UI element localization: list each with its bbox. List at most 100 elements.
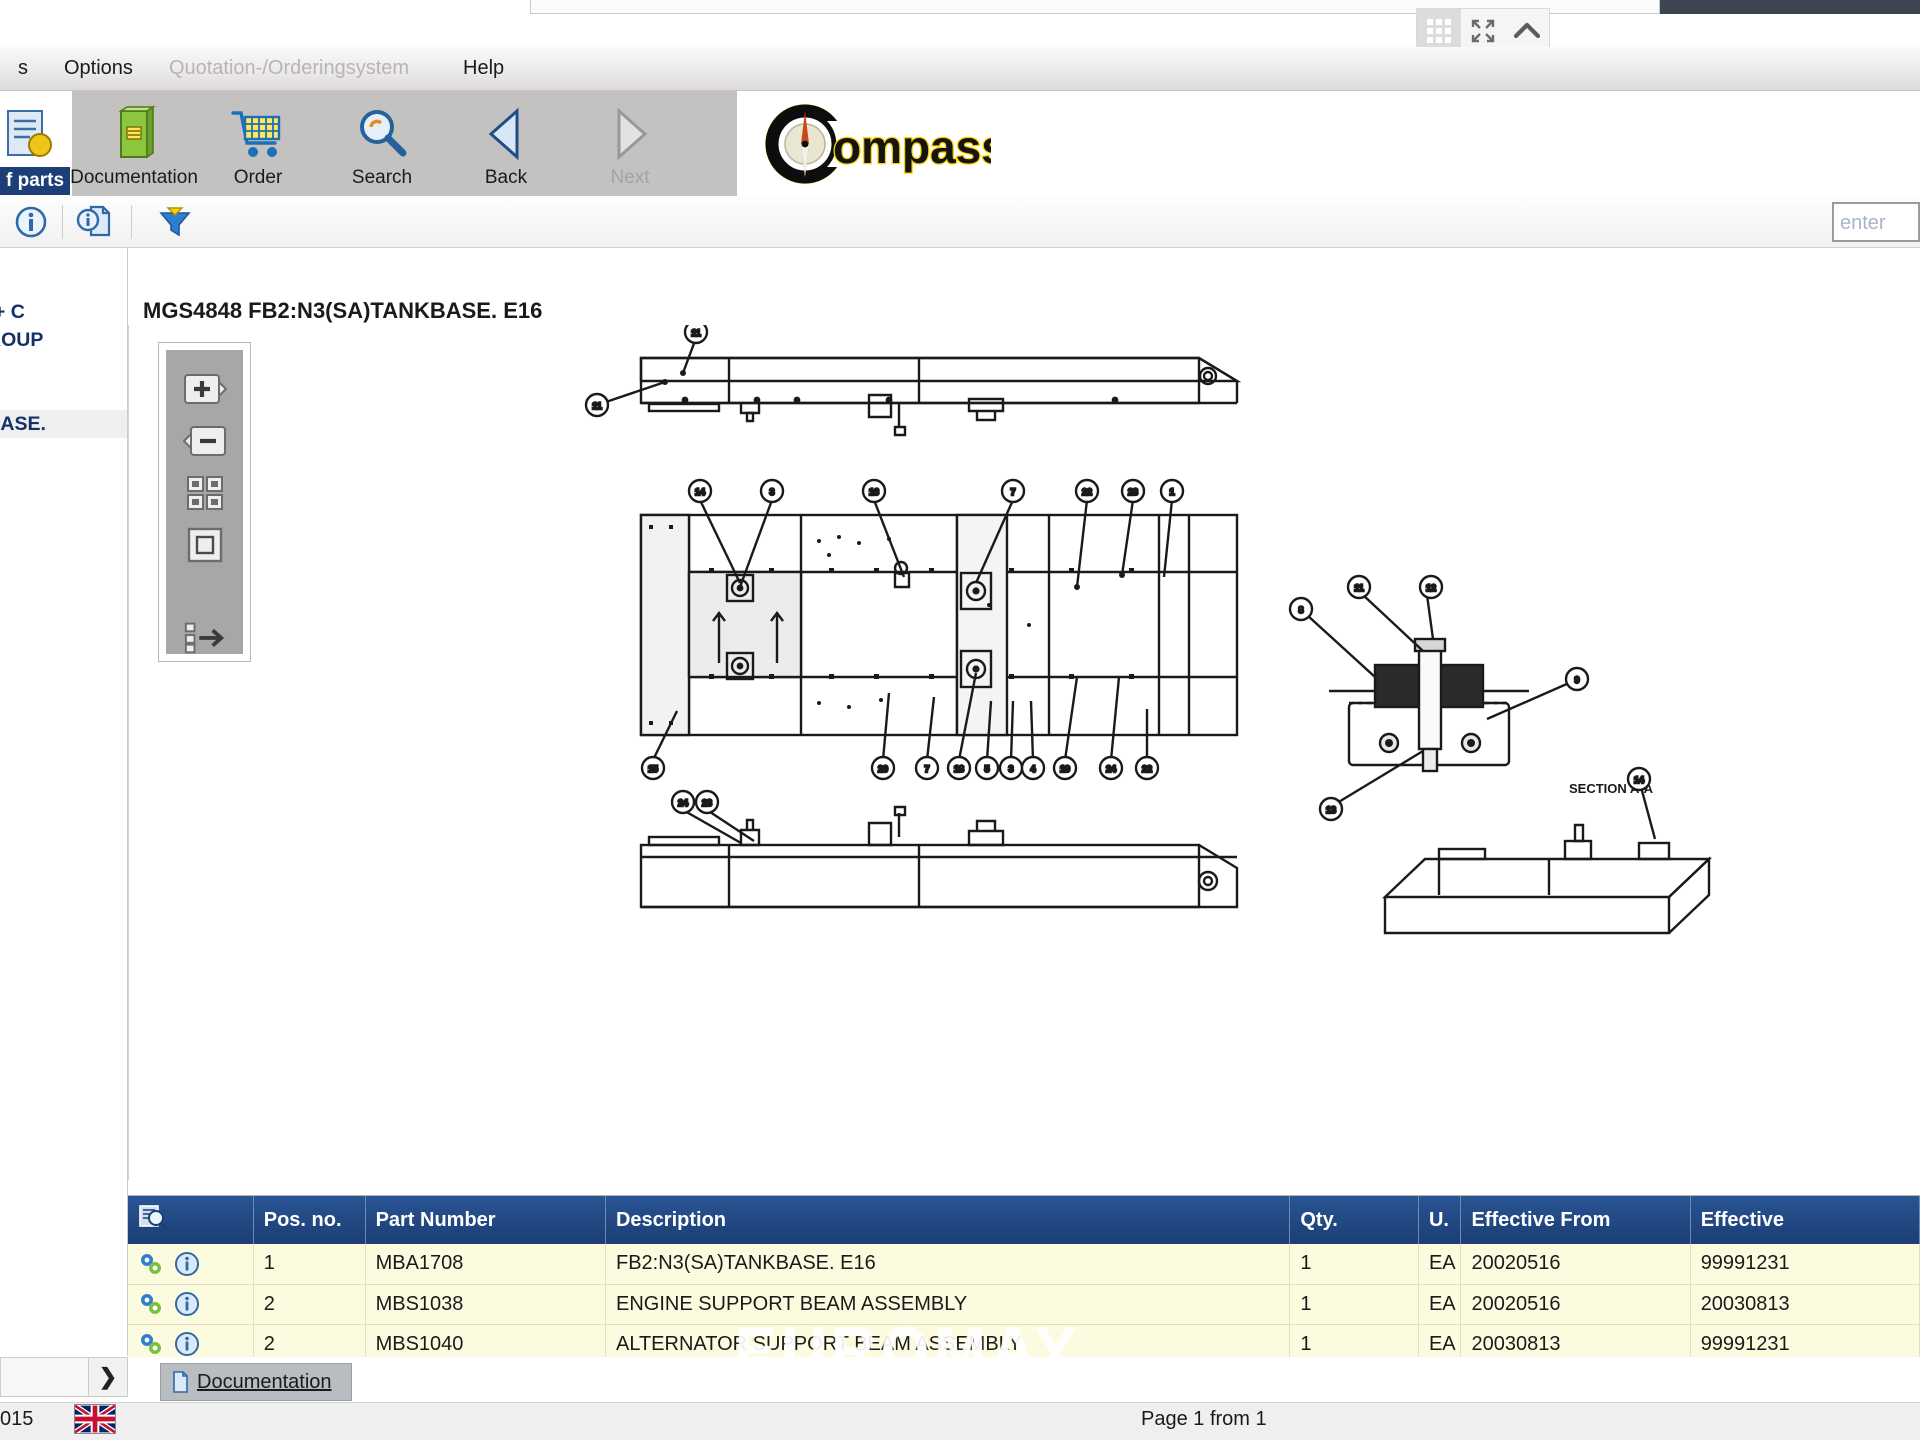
svg-text:24: 24 <box>678 798 688 808</box>
toolbar-button-list-of-parts[interactable]: f parts <box>0 91 72 196</box>
toolbar-button-search[interactable]: Search <box>320 91 444 196</box>
cell-unit: EA <box>1418 1244 1462 1285</box>
navigation-tree[interactable]: letal Tank letal Tank + C ATORS GROUP RO… <box>0 248 128 1356</box>
logo-wordmark: ompass <box>833 121 991 173</box>
cell-qty: 1 <box>1289 1284 1419 1325</box>
tree-item-4[interactable]: P <box>0 382 127 410</box>
toolbar-button-documentation[interactable]: Documentation <box>70 91 198 196</box>
toolbar-label-next: Next <box>610 167 650 188</box>
table-row[interactable]: 1 MBA1708 FB2:N3(SA)TANKBASE. E16 1 EA 2… <box>128 1244 1920 1285</box>
svg-text:16: 16 <box>869 487 879 497</box>
tree-item-10[interactable]: P <box>0 570 127 598</box>
svg-text:22: 22 <box>1082 487 1092 497</box>
cell-qty: 1 <box>1289 1324 1419 1357</box>
tree-item-8[interactable]: JP <box>0 516 127 544</box>
uk-flag-icon[interactable] <box>73 1403 117 1435</box>
cell-description: ALTERNATOR SUPPORT BEAM ASSEMBLY <box>605 1324 1291 1357</box>
svg-text:7: 7 <box>924 764 929 774</box>
svg-text:7: 7 <box>1010 487 1015 497</box>
column-header-icons[interactable] <box>128 1196 254 1244</box>
fit-page-button[interactable] <box>183 526 227 564</box>
svg-text:18: 18 <box>954 764 964 774</box>
compass-logo: ompass <box>737 91 1920 196</box>
main-toolbar: f parts Documentation Order Search Back … <box>0 91 1920 196</box>
zoom-in-button[interactable] <box>183 370 227 408</box>
toolbar-label-list-of-parts: f parts <box>0 167 71 195</box>
column-header-qty[interactable]: Qty. <box>1289 1196 1419 1244</box>
info-icon[interactable] <box>0 196 62 248</box>
tree-item-14[interactable]: ROUP <box>0 680 127 708</box>
svg-text:19: 19 <box>1060 764 1070 774</box>
column-header-pos-no[interactable]: Pos. no. <box>253 1196 366 1244</box>
cell-qty: 1 <box>1289 1244 1419 1285</box>
back-arrow-icon <box>483 103 529 165</box>
column-header-effective-to[interactable]: Effective <box>1690 1196 1920 1244</box>
menu-item-s[interactable]: s <box>0 57 46 80</box>
tab-documentation[interactable]: Documentation <box>160 1363 352 1401</box>
svg-text:23: 23 <box>1128 487 1138 497</box>
cell-part-number: MBS1038 <box>365 1284 606 1325</box>
tree-item-0[interactable]: letal Tank <box>0 270 127 298</box>
cell-description: ENGINE SUPPORT BEAM ASSEMBLY <box>605 1284 1291 1325</box>
column-header-part-number[interactable]: Part Number <box>365 1196 606 1244</box>
row-action-cell[interactable] <box>128 1284 254 1325</box>
tree-item-15[interactable]: GROUP <box>0 708 127 736</box>
cell-unit: EA <box>1418 1324 1462 1357</box>
technical-drawing-canvas[interactable]: 11 11 14 3 16 7 22 23 1 15 20 7 18 5 3 4… <box>128 325 1920 1180</box>
gears-icon <box>141 1253 161 1274</box>
column-header-effective-from[interactable]: Effective From <box>1460 1196 1691 1244</box>
parts-table[interactable]: Pos. no. Part Number Description Qty. U.… <box>128 1195 1920 1357</box>
tree-horizontal-scrollbar[interactable]: ❯ <box>0 1357 128 1397</box>
tab-documentation-label: Documentation <box>197 1370 332 1393</box>
gears-icon <box>141 1294 161 1314</box>
svg-text:4: 4 <box>1030 764 1035 774</box>
cell-pos-no: 2 <box>253 1284 366 1325</box>
tree-spacer-1 <box>0 438 127 464</box>
menu-item-help[interactable]: Help <box>445 57 522 80</box>
cell-part-number: MBS1040 <box>365 1324 606 1357</box>
menu-item-options[interactable]: Options <box>46 57 151 80</box>
parts-list-icon <box>4 103 56 165</box>
svg-text:23: 23 <box>702 798 712 808</box>
cell-effective-to: 20030813 <box>1690 1284 1920 1325</box>
row-action-cell[interactable] <box>128 1324 254 1357</box>
svg-text:13: 13 <box>1326 805 1336 815</box>
zoom-grid-button[interactable] <box>183 474 227 512</box>
svg-text:22: 22 <box>1142 764 1152 774</box>
filter-icon[interactable] <box>144 196 206 248</box>
document-tab-icon <box>173 1371 188 1393</box>
menu-bar: s Options Quotation-/Orderingsystem Help <box>0 47 1920 91</box>
tree-item-1[interactable]: letal Tank + C <box>0 298 127 326</box>
tree-spacer-4 <box>0 544 127 570</box>
tree-spacer-6 <box>0 736 127 762</box>
scrollbar-thumb[interactable] <box>1 1358 89 1396</box>
column-header-unit[interactable]: U. <box>1418 1196 1462 1244</box>
status-year: 015 <box>0 1408 34 1430</box>
tree-item-tankbase-selected[interactable]: SA)TANKBASE. <box>0 410 127 438</box>
cell-effective-to: 99991231 <box>1690 1244 1920 1285</box>
column-header-description[interactable]: Description <box>605 1196 1291 1244</box>
toolbar-button-order[interactable]: Order <box>196 91 320 196</box>
toolbar-button-back[interactable]: Back <box>444 91 568 196</box>
table-row[interactable]: 2 MBS1038 ENGINE SUPPORT BEAM ASSEMBLY 1… <box>128 1284 1920 1325</box>
export-list-button[interactable] <box>183 618 227 656</box>
scroll-right-arrow[interactable]: ❯ <box>89 1358 127 1396</box>
tree-item-13[interactable]: ROUP <box>0 652 127 680</box>
titlebar-dark-segment <box>1660 0 1920 14</box>
tree-item-12[interactable]: GROUP <box>0 624 127 652</box>
table-row[interactable]: 2 MBS1040 ALTERNATOR SUPPORT BEAM ASSEMB… <box>128 1324 1920 1357</box>
tree-item-2[interactable]: ATORS GROUP <box>0 326 127 354</box>
tree-item-17[interactable]: ROUP <box>0 762 127 790</box>
tree-item-3[interactable]: ROUP <box>0 354 127 382</box>
toolbar-divider-2 <box>131 204 132 239</box>
tree-item-18[interactable]: Metal Tank <box>0 790 127 818</box>
page-title: MGS4848 FB2:N3(SA)TANKBASE. E16 <box>143 298 543 323</box>
grid-dots <box>1427 19 1451 43</box>
document-info-icon[interactable] <box>63 196 125 248</box>
row-action-cell[interactable] <box>128 1244 254 1285</box>
svg-text:3: 3 <box>769 487 774 497</box>
zoom-out-button[interactable] <box>182 422 227 460</box>
svg-text:1: 1 <box>1169 487 1174 497</box>
status-bar <box>0 1402 1920 1440</box>
search-input[interactable]: enter <box>1832 202 1920 242</box>
